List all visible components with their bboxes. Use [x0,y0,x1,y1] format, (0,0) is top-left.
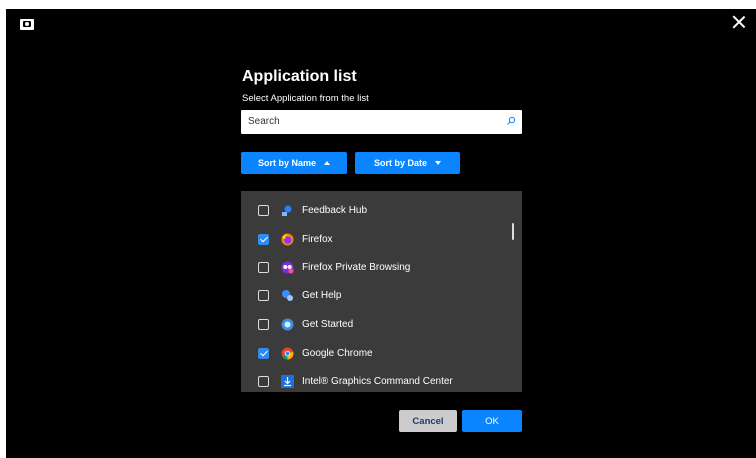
search-icon [507,116,516,125]
intel-graphics-icon [281,374,294,388]
dialog-window: Application list Select Application from… [6,9,756,458]
firefox-private-icon [281,261,294,273]
sort-by-date-label: Sort by Date [373,158,427,168]
search-placeholder: Search [248,116,280,127]
list-item[interactable]: Intel® Graphics Command Center [241,367,511,392]
chrome-icon [281,347,294,359]
sort-by-date-button[interactable]: Sort by Date [355,152,460,174]
app-label: Google Chrome [302,347,373,359]
caret-up-icon [324,161,331,165]
get-help-icon [282,289,293,301]
app-label: Get Help [302,289,342,301]
application-list[interactable]: Feedback Hub Firefox Firefox Private Bro… [241,191,522,392]
list-item[interactable]: Feedback Hub [241,196,511,224]
firefox-icon [281,233,294,245]
app-checkbox[interactable] [258,375,269,387]
sort-by-name-button[interactable]: Sort by Name [241,152,347,174]
scrollbar-thumb[interactable] [512,223,514,240]
app-label: Feedback Hub [302,204,368,216]
search-input[interactable]: Search [241,110,522,134]
cancel-button[interactable]: Cancel [399,410,457,432]
dialog-title: Application list [242,68,357,85]
app-checkbox[interactable] [258,233,269,245]
list-item[interactable]: Firefox Private Browsing [241,253,511,281]
display-icon [20,19,34,30]
app-label: Firefox Private Browsing [302,261,411,273]
app-checkbox[interactable] [258,204,269,216]
app-checkbox[interactable] [258,318,269,330]
get-started-icon [281,318,294,330]
app-label: Firefox [302,233,333,245]
app-checkbox[interactable] [258,261,269,273]
list-item[interactable]: Google Chrome [241,339,511,367]
ok-button[interactable]: OK [462,410,522,432]
dialog-subtitle: Select Application from the list [242,93,369,104]
close-icon[interactable] [732,15,746,29]
app-label: Intel® Graphics Command Center [302,375,453,387]
list-item[interactable]: Get Help [241,281,511,309]
app-label: Get Started [302,318,354,330]
app-checkbox[interactable] [258,289,269,301]
sort-by-name-label: Sort by Name [257,158,317,168]
list-item[interactable]: Firefox [241,225,511,253]
list-item[interactable]: Get Started [241,310,511,338]
caret-down-icon [435,161,441,165]
feedback-hub-icon [282,205,292,216]
app-checkbox[interactable] [258,347,269,359]
